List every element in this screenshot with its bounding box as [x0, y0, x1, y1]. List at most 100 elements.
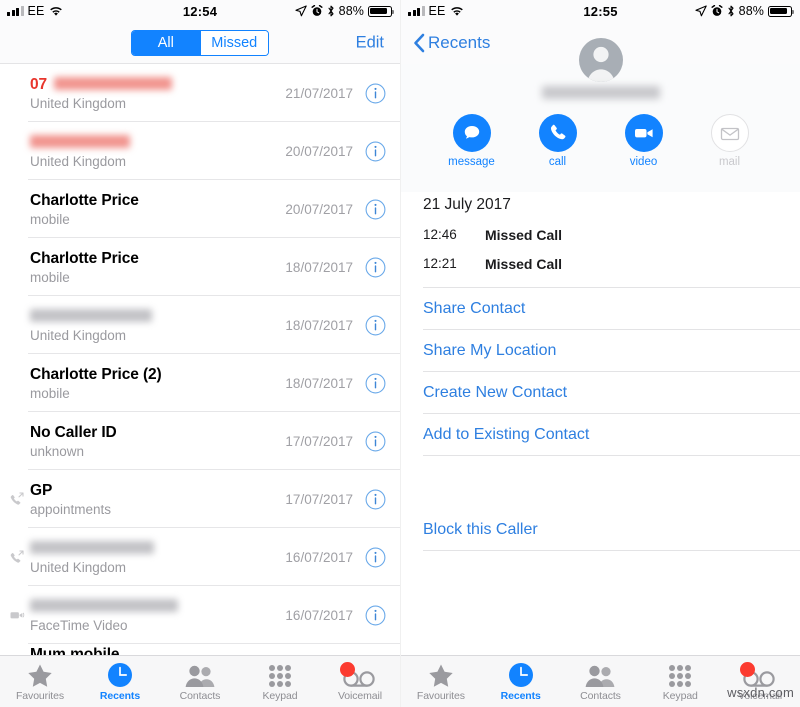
call-history-entries: 12:46 Missed Call 12:21 Missed Call — [423, 220, 800, 278]
caller-name: No Caller ID — [30, 423, 117, 441]
voicemail-icon — [340, 661, 377, 688]
call-list-row[interactable]: Charlotte Price (2) mobile 18/07/2017 — [0, 354, 400, 412]
link-share-my-location[interactable]: Share My Location — [401, 330, 800, 372]
star-icon — [428, 662, 454, 688]
call-history-date: 21 July 2017 — [423, 196, 511, 213]
call-date: 18/07/2017 — [285, 317, 353, 333]
tab-contacts[interactable]: Contacts — [160, 662, 240, 702]
caller-name: Charlotte Price (2) — [30, 365, 162, 383]
video-camera-icon — [624, 114, 663, 152]
caller-subtitle: FaceTime Video — [30, 617, 128, 633]
call-info-button[interactable] — [365, 83, 386, 104]
dual-screenshot-container: EE 12:54 88% All Missed Edit 07 United K… — [0, 0, 800, 707]
voicemail-icon — [740, 661, 777, 688]
call-info-button[interactable] — [365, 489, 386, 510]
caller-subtitle: appointments — [30, 501, 112, 517]
nav-bar: All Missed Edit — [0, 22, 400, 64]
alarm-clock-icon — [711, 5, 723, 17]
call-list-row[interactable]: United Kingdom 16/07/2017 — [0, 528, 400, 586]
keypad-icon — [668, 662, 692, 688]
call-list-row[interactable]: Charlotte Price mobile 20/07/2017 — [0, 180, 400, 238]
segment-all[interactable]: All — [132, 30, 200, 55]
signal-bars-icon — [408, 6, 425, 16]
caller-subtitle: United Kingdom — [30, 327, 127, 343]
recents-call-list[interactable]: 07 United Kingdom 21/07/2017 United Kingdom… — [0, 64, 400, 655]
call-info-button[interactable] — [365, 199, 386, 220]
status-bar-right: 88% — [695, 4, 795, 18]
redacted-caller-name — [30, 540, 154, 554]
call-list-row[interactable]: GP appointments 17/07/2017 — [0, 470, 400, 528]
voicemail-badge — [740, 661, 756, 677]
call-info-button[interactable] — [365, 547, 386, 568]
contact-action-buttons[interactable]: message call video mail — [401, 114, 800, 168]
bluetooth-icon — [727, 5, 735, 17]
caller-name — [30, 133, 285, 152]
caller-name: Charlotte Price — [30, 249, 139, 267]
call-row-info: United Kingdom — [28, 307, 285, 344]
voicemail-badge — [340, 661, 355, 677]
tab-contacts[interactable]: Contacts — [561, 662, 641, 702]
link-share-contact[interactable]: Share Contact — [401, 288, 800, 330]
contact-name-redacted — [541, 86, 660, 99]
call-info-button[interactable] — [365, 431, 386, 452]
video-call-icon — [6, 607, 28, 623]
call-filter-segmented-control[interactable]: All Missed — [131, 29, 269, 56]
tab-voicemail[interactable]: Voicemail — [720, 661, 800, 702]
call-date: 17/07/2017 — [285, 433, 353, 449]
call-info-button[interactable] — [365, 257, 386, 278]
call-row-info: Charlotte Price mobile — [28, 191, 285, 228]
call-list-row[interactable]: United Kingdom 20/07/2017 — [0, 122, 400, 180]
call-list-row[interactable]: Charlotte Price mobile 18/07/2017 — [0, 238, 400, 296]
call-info-button[interactable] — [365, 141, 386, 162]
call-row-info: United Kingdom — [28, 133, 285, 170]
call-date: 20/07/2017 — [285, 201, 353, 217]
location-arrow-icon — [295, 5, 307, 17]
segment-missed[interactable]: Missed — [199, 30, 268, 55]
status-bar-right: 88% — [295, 4, 395, 18]
action-label: video — [629, 156, 658, 168]
action-label: call — [548, 156, 567, 168]
people-icon — [185, 662, 215, 688]
call-date: 16/07/2017 — [285, 549, 353, 565]
tab-favourites[interactable]: Favourites — [0, 662, 80, 702]
tab-favourites[interactable]: Favourites — [401, 662, 481, 702]
call-info-button[interactable] — [365, 373, 386, 394]
tab-recents[interactable]: Recents — [80, 662, 160, 702]
wifi-icon — [450, 6, 464, 17]
call-list-row[interactable]: 07 United Kingdom 21/07/2017 — [0, 64, 400, 122]
primary-action-links[interactable]: Share Contact Share My Location Create New… — [401, 288, 800, 456]
caller-subtitle: mobile — [30, 269, 70, 285]
call-list-row[interactable]: United Kingdom 18/07/2017 — [0, 296, 400, 354]
edit-button[interactable]: Edit — [356, 33, 384, 52]
tab-bar[interactable]: Favourites Recents Contacts Keypad Voicemail — [0, 655, 400, 707]
call-list-row-partial[interactable]: Mum mobile — [0, 644, 400, 656]
call-date: 17/07/2017 — [285, 491, 353, 507]
action-message[interactable]: message — [443, 114, 501, 168]
action-call[interactable]: call — [529, 114, 587, 168]
bluetooth-icon — [327, 5, 335, 17]
call-list-row[interactable]: FaceTime Video 16/07/2017 — [0, 586, 400, 644]
call-info-button[interactable] — [365, 315, 386, 336]
carrier-label: EE — [27, 4, 45, 18]
link-add-to-existing-contact[interactable]: Add to Existing Contact — [401, 414, 800, 456]
tab-voicemail[interactable]: Voicemail — [320, 661, 400, 702]
tab-keypad[interactable]: Keypad — [240, 662, 320, 702]
action-label: mail — [718, 156, 741, 168]
caller-subtitle: United Kingdom — [30, 95, 127, 111]
action-mail: mail — [701, 114, 759, 168]
tab-bar[interactable]: Favourites Recents Contacts Keypad Voicemail — [401, 655, 800, 707]
call-info-button[interactable] — [365, 605, 386, 626]
call-list-row[interactable]: No Caller ID unknown 17/07/2017 — [0, 412, 400, 470]
tab-keypad[interactable]: Keypad — [640, 662, 720, 702]
secondary-action-links[interactable]: Block this Caller — [401, 509, 800, 551]
signal-bars-icon — [7, 6, 24, 16]
action-video[interactable]: video — [615, 114, 673, 168]
call-history-row: 12:46 Missed Call — [423, 220, 800, 249]
redacted-caller-name — [54, 76, 173, 90]
caller-subtitle: mobile — [30, 211, 70, 227]
tab-recents[interactable]: Recents — [481, 662, 561, 702]
outgoing-call-icon — [6, 549, 28, 565]
contact-detail-body: 21 July 2017 12:46 Missed Call 12:21 Missed… — [401, 192, 800, 655]
link-block-this-caller[interactable]: Block this Caller — [401, 509, 800, 551]
link-create-new-contact[interactable]: Create New Contact — [401, 372, 800, 414]
